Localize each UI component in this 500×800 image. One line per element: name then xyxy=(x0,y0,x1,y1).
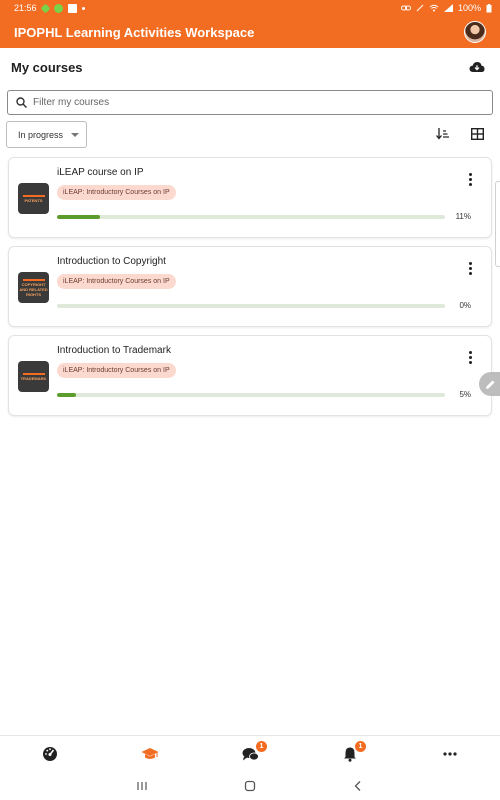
progress-bar-fill xyxy=(57,215,100,219)
notifications-badge: 1 xyxy=(355,741,366,752)
battery-icon xyxy=(486,3,492,12)
course-card[interactable]: PATENTS iLEAP course on IP iLEAP: Introd… xyxy=(8,157,492,238)
nav-dashboard[interactable] xyxy=(0,736,100,772)
app-title: IPOPHL Learning Activities Workspace xyxy=(14,24,255,40)
graduation-cap-icon xyxy=(141,748,159,759)
progress-bar xyxy=(57,393,445,397)
course-category-badge: iLEAP: Introductory Courses on IP xyxy=(57,185,176,200)
wifi-icon xyxy=(429,4,439,12)
course-options-button[interactable] xyxy=(464,348,476,366)
nav-my-courses[interactable] xyxy=(100,736,200,772)
search-input[interactable] xyxy=(33,97,492,108)
course-options-button[interactable] xyxy=(464,170,476,188)
course-category-badge: iLEAP: Introductory Courses on IP xyxy=(57,274,176,289)
cloud-download-icon xyxy=(469,62,485,72)
course-card[interactable]: COPYRIGHT AND RELATED RIGHTS Introductio… xyxy=(8,246,492,327)
home-icon xyxy=(244,780,256,792)
more-vertical-icon xyxy=(468,261,472,265)
grid-view-button[interactable] xyxy=(467,124,487,144)
back-icon xyxy=(354,781,361,791)
gallery-notification-icon xyxy=(67,3,77,13)
status-time: 21:56 xyxy=(14,3,37,13)
progress-percent: 11% xyxy=(455,212,471,221)
course-card[interactable]: TRADEMARK Introduction to Trademark iLEA… xyxy=(8,335,492,416)
app-bar: IPOPHL Learning Activities Workspace xyxy=(0,16,500,48)
app-notification-icon xyxy=(53,3,63,13)
download-courses-button[interactable] xyxy=(466,56,488,78)
home-button[interactable] xyxy=(196,772,304,800)
battery-level: 100% xyxy=(457,3,481,13)
status-bar: 21:56 100% xyxy=(0,0,500,16)
grid-icon xyxy=(470,128,484,140)
progress-percent: 5% xyxy=(459,390,471,399)
search-icon xyxy=(16,97,27,108)
back-button[interactable] xyxy=(304,772,412,800)
course-name[interactable]: iLEAP course on IP xyxy=(57,167,144,178)
status-filter-value: In progress xyxy=(18,129,64,140)
edit-floating-button[interactable] xyxy=(479,372,500,396)
nav-messages[interactable]: 1 xyxy=(200,736,300,772)
progress-bar xyxy=(57,215,445,219)
more-horizontal-icon xyxy=(443,752,457,756)
mute-icon xyxy=(416,4,424,12)
page-header: My courses xyxy=(0,48,500,86)
status-filter-select[interactable]: In progress xyxy=(6,121,87,148)
nav-notifications[interactable]: 1 xyxy=(300,736,400,772)
more-vertical-icon xyxy=(468,350,472,354)
more-vertical-icon xyxy=(468,172,472,176)
nav-more[interactable] xyxy=(400,736,500,772)
course-name[interactable]: Introduction to Copyright xyxy=(57,256,166,267)
sort-icon xyxy=(436,128,449,140)
progress-bar-fill xyxy=(57,393,77,397)
bottom-navigation: 1 1 xyxy=(0,735,500,772)
progress-percent: 0% xyxy=(459,301,471,310)
course-category-badge: iLEAP: Introductory Courses on IP xyxy=(57,363,176,378)
recent-apps-button[interactable] xyxy=(88,772,196,800)
recent-apps-icon xyxy=(137,782,147,790)
system-navigation xyxy=(0,772,500,800)
page-title: My courses xyxy=(11,59,83,75)
search-field[interactable] xyxy=(7,90,493,115)
app-notification-icon xyxy=(40,3,50,13)
side-panel-handle[interactable] xyxy=(495,181,500,267)
progress-bar xyxy=(57,304,445,308)
course-image: COPYRIGHT AND RELATED RIGHTS xyxy=(18,272,49,303)
messages-badge: 1 xyxy=(256,741,267,752)
course-image: PATENTS xyxy=(18,183,49,214)
sort-button[interactable] xyxy=(433,124,453,144)
course-options-button[interactable] xyxy=(464,259,476,277)
more-notifications-icon xyxy=(81,6,85,10)
course-image: TRADEMARK xyxy=(18,361,49,392)
link-icon xyxy=(400,5,411,11)
pencil-icon xyxy=(485,380,494,389)
signal-icon xyxy=(443,4,453,12)
user-avatar[interactable] xyxy=(464,21,486,43)
course-name[interactable]: Introduction to Trademark xyxy=(57,345,171,356)
dashboard-icon xyxy=(43,747,57,761)
chevron-down-icon xyxy=(71,132,80,137)
